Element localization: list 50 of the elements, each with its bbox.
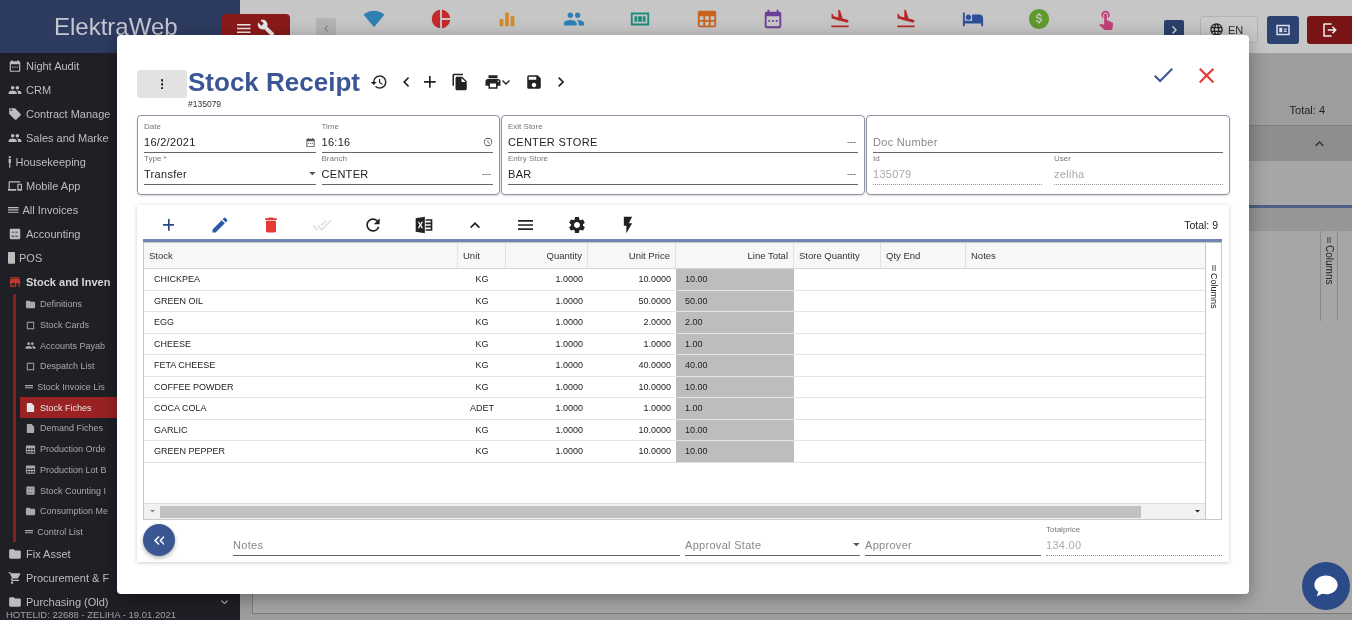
- table-cell-text: 2.0000: [642, 316, 672, 330]
- table-cell-text: 1.0000: [554, 402, 584, 416]
- table-cell-text: ADET: [469, 402, 495, 416]
- status-text: HOTELID: 22688 - ZELIHA - 19.01.2021: [5, 609, 178, 620]
- record-number: #135079: [188, 99, 223, 109]
- table-cell-text: 40.0000: [637, 359, 672, 373]
- table-cell-text: 1.0000: [554, 359, 584, 373]
- table-cell: 10.00: [676, 376, 794, 397]
- table-cell-text: COFFEE POWDER: [153, 380, 235, 394]
- table-cell-text: GARLIC: [153, 423, 189, 437]
- table-cell-text: KG: [474, 337, 490, 351]
- table-cell-text: 1.0000: [554, 273, 584, 287]
- table-cell-text: 1.0000: [554, 294, 584, 308]
- table-cell-text: KG: [474, 294, 490, 308]
- table-cell: 10.00: [676, 419, 794, 440]
- table-cell-text: COCA COLA: [153, 402, 208, 416]
- table-cell: 40.00: [676, 355, 794, 376]
- table-cell: 2.00: [676, 312, 794, 333]
- table-cell-text: KG: [474, 423, 490, 437]
- table-cell: 10.00: [676, 441, 794, 462]
- table-cell-text: KG: [474, 380, 490, 394]
- table-cell-text: 10.0000: [637, 445, 672, 459]
- table-cell-text: KG: [474, 273, 490, 287]
- table-cell-text: CHEESE: [153, 337, 192, 351]
- table-cell: 1.00: [676, 333, 794, 354]
- table-cell-text: 1.0000: [642, 402, 672, 416]
- table-cell-text: 1.0000: [642, 337, 672, 351]
- total-count: Total: 9: [1184, 219, 1219, 231]
- table-cell-text: FETA CHEESE: [153, 359, 217, 373]
- table-cell-text: 1.0000: [554, 445, 584, 459]
- dialog-title: Stock Receipt: [188, 67, 360, 97]
- total-count: Total: 4: [1289, 104, 1325, 116]
- table-cell-text: CHICKPEA: [153, 273, 201, 287]
- table-cell-text: KG: [474, 445, 490, 459]
- table-cell: 1.00: [676, 398, 794, 419]
- table-cell-text: KG: [474, 316, 490, 330]
- table-cell-text: 1.0000: [554, 380, 584, 394]
- table-cell-text: 1.0000: [554, 337, 584, 351]
- table-cell-text: 10.0000: [637, 423, 672, 437]
- table-cell-text: KG: [474, 359, 490, 373]
- table-cell-text: 10.0000: [637, 380, 672, 394]
- table-cell: 10.00: [676, 269, 794, 290]
- table-cell-text: 10.0000: [637, 273, 672, 287]
- table-cell-text: 50.0000: [637, 294, 672, 308]
- table-cell-text: 1.0000: [554, 423, 584, 437]
- table-cell-text: 1.0000: [554, 316, 584, 330]
- table-cell: 50.00: [676, 290, 794, 311]
- table-cell-text: EGG: [153, 316, 175, 330]
- table-cell-text: GREEN OIL: [153, 294, 204, 308]
- table-cell-text: GREEN PEPPER: [153, 445, 227, 459]
